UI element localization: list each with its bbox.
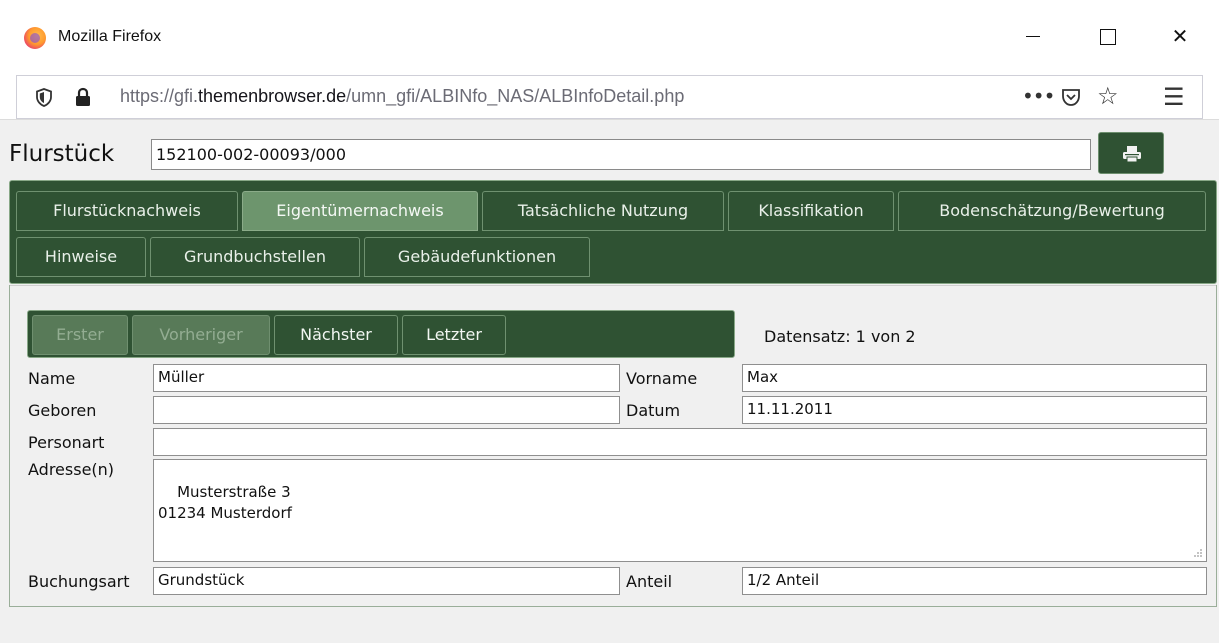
- anteil-label: Anteil: [626, 572, 673, 591]
- print-button[interactable]: [1098, 132, 1164, 174]
- record-counter: Datensatz: 1 von 2: [764, 327, 916, 346]
- pocket-icon[interactable]: [1061, 87, 1081, 107]
- tab-hinweise[interactable]: Hinweise: [16, 237, 146, 277]
- page-content: Flurstück 152100-002-00093/000 Flurstück…: [0, 119, 1219, 643]
- flurstueck-field[interactable]: 152100-002-00093/000: [151, 139, 1091, 170]
- personart-label: Personart: [28, 433, 105, 452]
- window-title: Mozilla Firefox: [58, 28, 162, 45]
- adresse-label: Adresse(n): [28, 460, 115, 479]
- adresse-textarea[interactable]: Musterstraße 3 01234 Musterdorf: [153, 459, 1207, 562]
- tab-gebaeudefunktionen[interactable]: Gebäudefunktionen: [364, 237, 590, 277]
- url-path: /umn_gfi/ALBINfo_NAS/ALBInfoDetail.php: [346, 86, 685, 106]
- url-text[interactable]: https://gfi.themenbrowser.de/umn_gfi/ALB…: [120, 86, 684, 107]
- firefox-logo-icon: [24, 27, 46, 49]
- tab-grundbuchstellen[interactable]: Grundbuchstellen: [150, 237, 360, 277]
- url-domain: themenbrowser.de: [198, 86, 347, 106]
- buchungsart-field[interactable]: Grundstück: [153, 567, 620, 595]
- url-prefix: https://gfi.: [120, 86, 199, 106]
- tab-flurstuecknachweis[interactable]: Flurstücknachweis: [16, 191, 238, 231]
- vorname-field[interactable]: Max: [742, 364, 1207, 392]
- navigation-bar: https://gfi.themenbrowser.de/umn_gfi/ALB…: [0, 75, 1219, 119]
- bookmark-star-icon[interactable]: ☆: [1097, 84, 1119, 108]
- maximize-button[interactable]: [1086, 22, 1126, 50]
- printer-icon: [1123, 146, 1141, 163]
- lock-icon[interactable]: [75, 87, 91, 107]
- shield-icon[interactable]: [36, 88, 52, 107]
- tab-eigentuemernachweis[interactable]: Eigentümernachweis: [242, 191, 478, 231]
- buchungsart-label: Buchungsart: [28, 572, 130, 591]
- tab-bodenschaetzung-bewertung[interactable]: Bodenschätzung/Bewertung: [898, 191, 1206, 231]
- window-titlebar: Mozilla Firefox ✕: [0, 0, 1219, 75]
- datum-field[interactable]: 11.11.2011: [742, 396, 1207, 424]
- url-bar[interactable]: https://gfi.themenbrowser.de/umn_gfi/ALB…: [16, 75, 1203, 119]
- flurstueck-label: Flurstück: [9, 141, 115, 167]
- geboren-field[interactable]: [153, 396, 620, 424]
- name-label: Name: [28, 369, 76, 388]
- vorname-label: Vorname: [626, 369, 698, 388]
- record-navigation: Erster Vorheriger Nächster Letzter: [27, 310, 735, 358]
- hamburger-menu-icon[interactable]: ☰: [1163, 85, 1185, 109]
- last-record-button[interactable]: Letzter: [402, 315, 506, 355]
- previous-record-button[interactable]: Vorheriger: [132, 315, 270, 355]
- next-record-button[interactable]: Nächster: [274, 315, 398, 355]
- resize-grip-icon[interactable]: [1193, 548, 1203, 558]
- first-record-button[interactable]: Erster: [32, 315, 128, 355]
- adresse-text: Musterstraße 3 01234 Musterdorf: [158, 483, 292, 522]
- close-button[interactable]: ✕: [1160, 22, 1200, 50]
- geboren-label: Geboren: [28, 401, 97, 420]
- anteil-field[interactable]: 1/2 Anteil: [742, 567, 1207, 595]
- tab-bar: Flurstücknachweis Eigentümernachweis Tat…: [9, 180, 1217, 284]
- tab-klassifikation[interactable]: Klassifikation: [728, 191, 894, 231]
- tab-tatsaechliche-nutzung[interactable]: Tatsächliche Nutzung: [482, 191, 724, 231]
- name-field[interactable]: Müller: [153, 364, 620, 392]
- more-actions-icon[interactable]: •••: [1022, 84, 1055, 108]
- minimize-button[interactable]: [1012, 22, 1052, 50]
- datum-label: Datum: [626, 401, 681, 420]
- personart-field[interactable]: [153, 428, 1207, 456]
